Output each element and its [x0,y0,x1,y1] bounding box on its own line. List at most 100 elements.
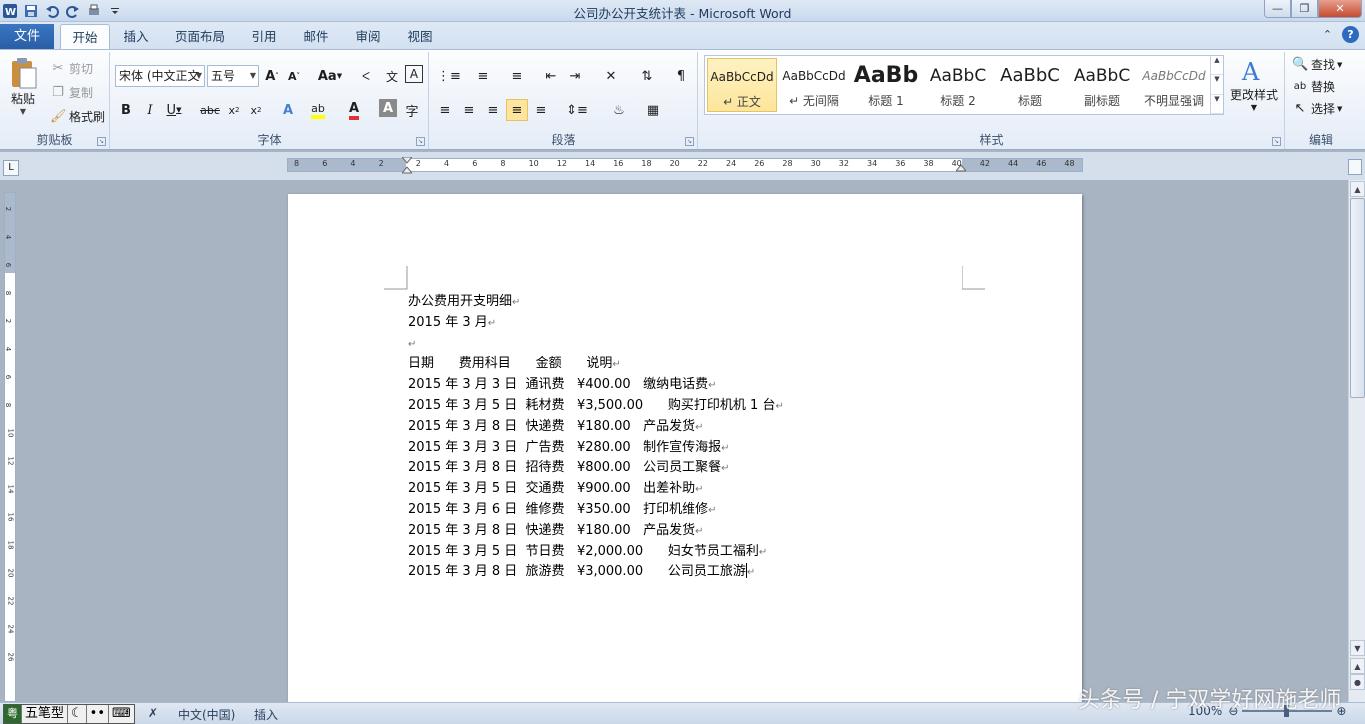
numbering-icon[interactable]: ≡ [468,65,498,87]
document-line[interactable]: 2015 年 3 月 5 日 耗材费 ¥3,500.00 购买打印机机 1 台↵ [408,396,784,416]
font-name-combo[interactable]: 宋体 (中文正文 ▼ [115,65,205,87]
tab-page-layout[interactable]: 页面布局 [168,24,232,49]
bullets-icon[interactable]: ⋮≡ [434,65,464,87]
borders-icon[interactable]: ▦ [638,99,668,121]
style-heading-1[interactable]: AaBb 标题 1 [851,58,921,112]
language-status[interactable]: 中文(中国) [178,706,235,723]
clear-format-icon[interactable]: ᐸ [355,65,377,87]
restore-button[interactable]: ❐ [1291,0,1318,18]
font-size-dropdown-icon[interactable]: ▼ [250,66,256,86]
replace-button[interactable]: ab 替换 [1292,78,1335,95]
tab-selector-icon[interactable]: L [3,160,19,176]
tab-view[interactable]: 视图 [400,24,440,49]
grow-font-icon[interactable]: A ˄ [261,65,283,87]
increase-indent-icon[interactable]: ⇥ [564,65,586,87]
document-line[interactable]: ↵ [408,334,416,354]
font-launcher-icon[interactable]: ↘ [416,137,425,146]
select-button[interactable]: ↖ 选择 ▼ [1292,100,1343,117]
document-line[interactable]: 日期 费用科目 金额 说明↵ [408,354,621,374]
document-page[interactable]: 办公费用开支明细↵ 2015 年 3 月↵ ↵ 日期 费用科目 金额 说明↵ 2015 … [288,194,1082,702]
select-browse-object-icon[interactable]: ● [1350,674,1365,690]
chinese-layout-icon[interactable]: ✕ [596,65,626,87]
tab-review[interactable]: 审阅 [348,24,388,49]
align-center-icon[interactable]: ≡ [458,99,480,121]
superscript-icon[interactable]: x2 [245,99,267,121]
help-icon[interactable]: ? [1342,26,1359,43]
horizontal-ruler[interactable]: 8 6 4 2 2 4 6 8 10 12 14 16 18 20 22 24 26 28 30 32 34 36 38 40… [287,157,1083,175]
minimize-button[interactable]: — [1264,0,1291,18]
align-left-icon[interactable]: ≡ [434,99,456,121]
document-line[interactable]: 2015 年 3 月 8 日 快递费 ¥180.00 产品发货↵ [408,417,704,437]
document-line[interactable]: 2015 年 3 月 6 日 维修费 ¥350.00 打印机维修↵ [408,500,717,520]
enclose-char-icon[interactable]: 字 [401,99,423,121]
styles-up-icon[interactable]: ▲ [1211,56,1223,76]
spellcheck-icon[interactable]: ✗ [148,706,158,720]
scroll-thumb[interactable] [1350,198,1365,398]
tab-insert[interactable]: 插入 [116,24,156,49]
scroll-up-icon[interactable]: ▲ [1350,181,1365,197]
document-line[interactable]: 2015 年 3 月↵ [408,313,496,333]
document-line[interactable]: 2015 年 3 月 5 日 交通费 ¥900.00 出差补助↵ [408,479,704,499]
paste-button[interactable]: 粘贴 ▼ [6,56,40,116]
change-styles-button[interactable]: A 更改样式 ▼ [1228,56,1280,112]
phonetic-guide-icon[interactable]: 文 [381,65,403,87]
insert-mode-status[interactable]: 插入 [254,706,278,723]
style-normal[interactable]: AaBbCcDd ↵ 正文 [707,58,777,112]
shrink-font-icon[interactable]: A ˅ [283,65,305,87]
font-size-combo[interactable]: 五号 ▼ [207,65,259,87]
char-border-icon[interactable]: A [405,65,423,83]
sort-icon[interactable]: ⇅ [636,65,658,87]
ime-logo-icon[interactable]: 粤 [4,705,22,723]
view-ruler-icon[interactable] [1348,159,1362,175]
strikethrough-icon[interactable]: abc [199,99,221,121]
bold-icon[interactable]: B [115,99,137,121]
prev-page-icon[interactable]: ▲ [1350,658,1365,674]
cut-button[interactable]: ✂ 剪切 [50,60,93,77]
soft-keyboard-icon[interactable]: ⌨ [109,705,134,723]
document-line[interactable]: 2015 年 3 月 8 日 招待费 ¥800.00 公司员工聚餐↵ [408,458,730,478]
tab-mailings[interactable]: 邮件 [296,24,336,49]
styles-launcher-icon[interactable]: ↘ [1272,137,1281,146]
distribute-icon[interactable]: ≡ [530,99,552,121]
ime-mode[interactable]: 五笔型 [22,705,69,723]
tab-home[interactable]: 开始 [60,24,110,49]
vertical-scrollbar[interactable]: ▲ ▼ ▲ ● [1348,180,1365,702]
underline-icon[interactable]: U ▼ [163,99,185,121]
minimize-ribbon-icon[interactable]: ⌃ [1319,26,1336,43]
document-line[interactable]: 2015 年 3 月 5 日 节日费 ¥2,000.00 妇女节员工福利↵ [408,542,767,562]
justify-icon[interactable]: ≡ [506,99,528,121]
document-line[interactable]: 2015 年 3 月 8 日 旅游费 ¥3,000.00 公司员工旅游↵ [408,562,755,582]
style-subtle-emphasis[interactable]: AaBbCcDd 不明显强调 [1139,58,1209,112]
tab-references[interactable]: 引用 [244,24,284,49]
paragraph-launcher-icon[interactable]: ↘ [685,137,694,146]
subscript-icon[interactable]: x2 [223,99,245,121]
shading-icon[interactable]: ♨ [604,99,634,121]
vertical-ruler[interactable]: 2 4 6 8 2 4 6 8 10 12 14 16 18 20 22 24 26 [4,192,16,702]
paste-dropdown-icon[interactable]: ▼ [20,107,26,116]
style-no-spacing[interactable]: AaBbCcDd ↵ 无间隔 [779,58,849,112]
scroll-down-icon[interactable]: ▼ [1350,640,1365,656]
moon-icon[interactable]: ☾ [68,705,87,723]
close-button[interactable]: ✕ [1318,0,1362,18]
format-painter-button[interactable]: 🖌 格式刷 [50,108,105,125]
align-right-icon[interactable]: ≡ [482,99,504,121]
clipboard-launcher-icon[interactable]: ↘ [97,137,106,146]
styles-more-icon[interactable]: ▼ [1211,95,1223,114]
decrease-indent-icon[interactable]: ⇤ [540,65,562,87]
copy-button[interactable]: ❐ 复制 [50,84,93,101]
font-name-dropdown-icon[interactable]: ▼ [196,66,202,86]
document-line[interactable]: 2015 年 3 月 3 日 通讯费 ¥400.00 缴纳电话费↵ [408,375,717,395]
italic-icon[interactable]: I [139,99,161,121]
find-button[interactable]: 🔍 查找 ▼ [1292,56,1342,73]
document-line[interactable]: 2015 年 3 月 8 日 快递费 ¥180.00 产品发货↵ [408,521,704,541]
line-spacing-icon[interactable]: ⇕≡ [562,99,592,121]
show-marks-icon[interactable]: ¶ [670,65,692,87]
indent-marker-icon[interactable] [402,157,412,175]
document-line[interactable]: 办公费用开支明细↵ [408,292,520,312]
style-heading-2[interactable]: AaBbC 标题 2 [923,58,993,112]
text-effects-icon[interactable]: A [277,99,299,121]
styles-down-icon[interactable]: ▼ [1211,75,1223,95]
tab-file[interactable]: 文件 [0,24,54,49]
punctuation-icon[interactable]: •• [87,705,110,723]
char-shading-icon[interactable]: A [379,99,397,117]
